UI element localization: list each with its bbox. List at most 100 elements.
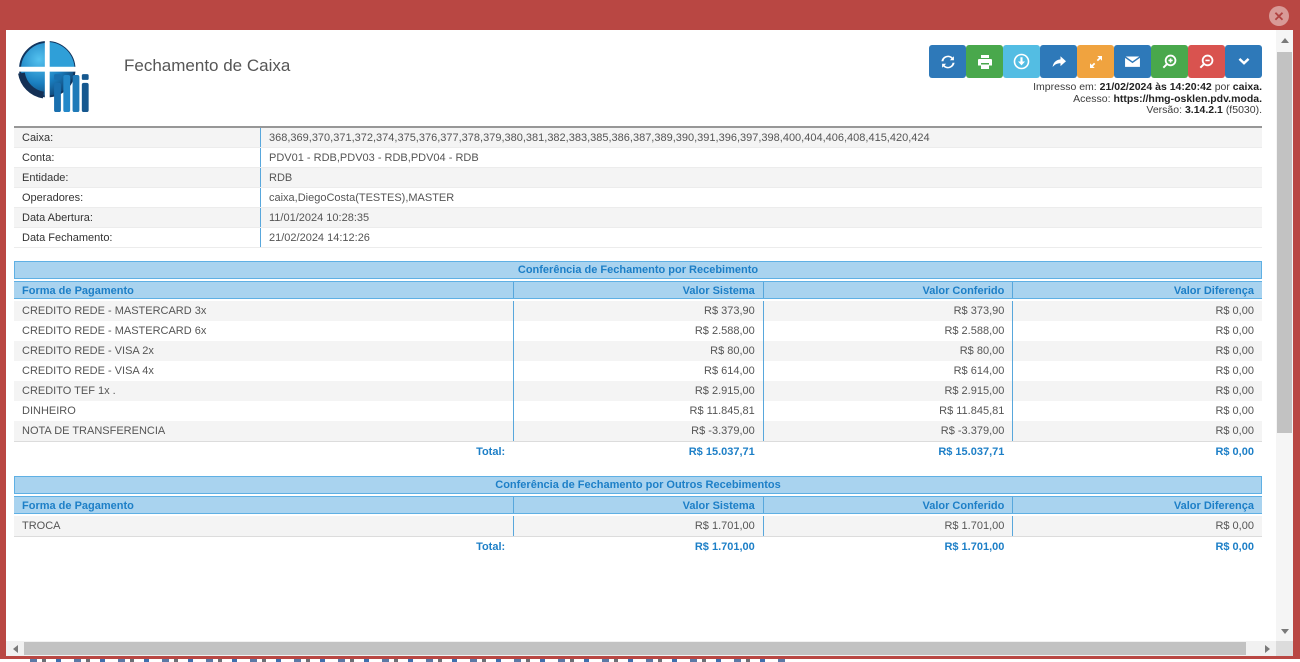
cell-diferenca: R$ 0,00	[1012, 516, 1262, 536]
info-row-caixa: Caixa: 368,369,370,371,372,374,375,376,3…	[14, 128, 1262, 148]
share-icon	[1051, 54, 1067, 70]
total-conferido: R$ 15.037,71	[763, 442, 1013, 463]
table-body: TROCA R$ 1.701,00 R$ 1.701,00 R$ 0,00	[14, 516, 1262, 537]
table-total-row: Total: R$ 1.701,00 R$ 1.701,00 R$ 0,00	[14, 537, 1262, 558]
col-valor-conferido: Valor Conferido	[763, 497, 1013, 513]
col-valor-sistema: Valor Sistema	[513, 282, 763, 298]
more-button[interactable]	[1225, 45, 1262, 78]
cell-sistema: R$ 2.588,00	[513, 321, 763, 341]
chevron-down-icon	[1236, 54, 1252, 70]
total-sistema: R$ 1.701,00	[513, 537, 763, 558]
access-url: https://hmg-osklen.pdv.moda.	[1113, 93, 1262, 105]
access-label: Acesso:	[1073, 93, 1110, 105]
table-row: CREDITO REDE - VISA 4x R$ 614,00 R$ 614,…	[14, 361, 1262, 381]
table-row: CREDITO REDE - MASTERCARD 6x R$ 2.588,00…	[14, 321, 1262, 341]
total-diferenca: R$ 0,00	[1012, 537, 1262, 558]
scroll-left-arrow[interactable]	[8, 641, 22, 656]
cell-forma: CREDITO TEF 1x .	[14, 381, 513, 401]
cash-register-info: Caixa: 368,369,370,371,372,374,375,376,3…	[14, 128, 1262, 248]
info-label: Conta:	[14, 148, 260, 167]
cell-diferenca: R$ 0,00	[1012, 361, 1262, 381]
cell-forma: CREDITO REDE - VISA 4x	[14, 361, 513, 381]
cell-forma: TROCA	[14, 516, 513, 536]
cell-conferido: R$ -3.379,00	[763, 421, 1013, 441]
printed-by-user: caixa.	[1233, 81, 1262, 93]
info-row-data-abertura: Data Abertura: 11/01/2024 10:28:35	[14, 208, 1262, 228]
info-value: PDV01 - RDB,PDV03 - RDB,PDV04 - RDB	[260, 148, 1262, 167]
zoom-out-button[interactable]	[1188, 45, 1225, 78]
total-label: Total:	[14, 537, 513, 558]
cell-sistema: R$ 11.845,81	[513, 401, 763, 421]
table-row: NOTA DE TRANSFERENCIA R$ -3.379,00 R$ -3…	[14, 421, 1262, 441]
refresh-icon	[940, 54, 956, 70]
share-button[interactable]	[1040, 45, 1077, 78]
cell-forma: CREDITO REDE - MASTERCARD 6x	[14, 321, 513, 341]
vertical-scrollbar[interactable]	[1276, 30, 1293, 641]
cell-diferenca: R$ 0,00	[1012, 381, 1262, 401]
cell-conferido: R$ 614,00	[763, 361, 1013, 381]
info-row-conta: Conta: PDV01 - RDB,PDV03 - RDB,PDV04 - R…	[14, 148, 1262, 168]
table-row: TROCA R$ 1.701,00 R$ 1.701,00 R$ 0,00	[14, 516, 1262, 536]
cell-sistema: R$ 80,00	[513, 341, 763, 361]
col-valor-diferenca: Valor Diferença	[1012, 282, 1262, 298]
info-row-entidade: Entidade: RDB	[14, 168, 1262, 188]
info-value: 368,369,370,371,372,374,375,376,377,378,…	[260, 128, 1262, 147]
cell-diferenca: R$ 0,00	[1012, 401, 1262, 421]
zoom-in-button[interactable]	[1151, 45, 1188, 78]
table-header-row: Forma de Pagamento Valor Sistema Valor C…	[14, 281, 1262, 299]
expand-icon	[1088, 54, 1104, 70]
email-icon	[1124, 53, 1141, 70]
right-arrow-icon	[1265, 645, 1270, 653]
table-header-row: Forma de Pagamento Valor Sistema Valor C…	[14, 496, 1262, 514]
report-header: Fechamento de Caixa	[14, 40, 1262, 122]
info-value: RDB	[260, 168, 1262, 187]
table-title: Conferência de Fechamento por Recebiment…	[14, 261, 1262, 279]
col-valor-conferido: Valor Conferido	[763, 282, 1013, 298]
info-value: 11/01/2024 10:28:35	[260, 208, 1262, 227]
table-row: CREDITO REDE - VISA 2x R$ 80,00 R$ 80,00…	[14, 341, 1262, 361]
cell-diferenca: R$ 0,00	[1012, 421, 1262, 441]
report-content: Fechamento de Caixa	[14, 40, 1262, 558]
cell-sistema: R$ 1.701,00	[513, 516, 763, 536]
total-conferido: R$ 1.701,00	[763, 537, 1013, 558]
table-body: CREDITO REDE - MASTERCARD 3x R$ 373,90 R…	[14, 301, 1262, 442]
horizontal-scrollbar-thumb[interactable]	[24, 642, 1246, 655]
col-forma-pagamento: Forma de Pagamento	[14, 282, 513, 298]
total-sistema: R$ 15.037,71	[513, 442, 763, 463]
refresh-button[interactable]	[929, 45, 966, 78]
cell-conferido: R$ 2.588,00	[763, 321, 1013, 341]
cell-forma: CREDITO REDE - VISA 2x	[14, 341, 513, 361]
download-button[interactable]	[1003, 45, 1040, 78]
table-total-row: Total: R$ 15.037,71 R$ 15.037,71 R$ 0,00	[14, 442, 1262, 463]
table-row: CREDITO REDE - MASTERCARD 3x R$ 373,90 R…	[14, 301, 1262, 321]
expand-button[interactable]	[1077, 45, 1114, 78]
report-toolbar	[929, 45, 1262, 78]
close-icon[interactable]: ✕	[1269, 6, 1289, 26]
cell-sistema: R$ -3.379,00	[513, 421, 763, 441]
cell-sistema: R$ 2.915,00	[513, 381, 763, 401]
printed-by-label: por	[1215, 81, 1230, 93]
cell-forma: DINHEIRO	[14, 401, 513, 421]
scroll-down-arrow[interactable]	[1276, 625, 1293, 637]
horizontal-scrollbar[interactable]	[6, 641, 1276, 656]
print-button[interactable]	[966, 45, 1003, 78]
up-arrow-icon	[1281, 38, 1289, 43]
scroll-up-arrow[interactable]	[1276, 34, 1293, 46]
col-valor-diferenca: Valor Diferença	[1012, 497, 1262, 513]
cell-conferido: R$ 2.915,00	[763, 381, 1013, 401]
info-label: Caixa:	[14, 128, 260, 147]
table-row: CREDITO TEF 1x . R$ 2.915,00 R$ 2.915,00…	[14, 381, 1262, 401]
col-valor-sistema: Valor Sistema	[513, 497, 763, 513]
version-line: Versão: 3.14.2.1 (f5030).	[1033, 105, 1262, 117]
recebimento-table: Conferência de Fechamento por Recebiment…	[14, 261, 1262, 463]
info-label: Data Abertura:	[14, 208, 260, 227]
scroll-right-arrow[interactable]	[1260, 641, 1274, 656]
total-diferenca: R$ 0,00	[1012, 442, 1262, 463]
print-icon	[977, 54, 993, 70]
vertical-scrollbar-thumb[interactable]	[1277, 52, 1292, 433]
download-icon	[1013, 53, 1030, 70]
down-arrow-icon	[1281, 629, 1289, 634]
info-label: Operadores:	[14, 188, 260, 207]
printed-at-value: 21/02/2024 às 14:20:42	[1100, 81, 1212, 93]
email-button[interactable]	[1114, 45, 1151, 78]
